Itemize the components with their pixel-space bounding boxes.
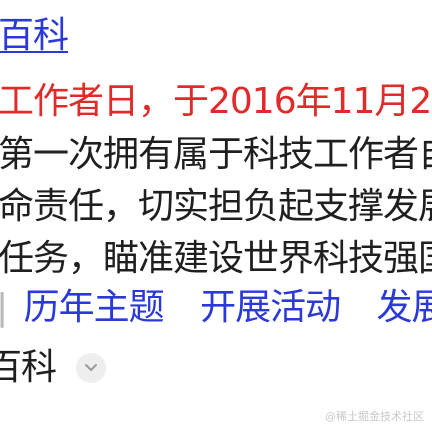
baike-snippet: 百科 工作者日，于2016年11月25日设 第一次拥有属于科技工作者自己 命责任…: [0, 0, 432, 432]
watermark: @稀土掘金技术社区: [325, 410, 424, 423]
expand-button[interactable]: [76, 353, 107, 383]
baike-title-link[interactable]: 百科: [0, 14, 69, 58]
tab-history[interactable]: 发展历: [377, 287, 432, 328]
source-row: 百科: [0, 346, 107, 390]
body-line-3: 任务，瞄准建设世界科技强国...: [0, 238, 432, 279]
topic-tabs: | 历年主题 开展活动 发展历: [0, 286, 432, 330]
body-line-2: 命责任，切实担负起支撑发展的: [0, 186, 432, 227]
chevron-down-icon: [85, 364, 98, 371]
body-line-1: 第一次拥有属于科技工作者自己: [0, 134, 432, 175]
highlight-date-line: 工作者日，于2016年11月25日设: [0, 81, 432, 122]
tab-activities[interactable]: 开展活动: [200, 287, 341, 328]
source-label[interactable]: 百科: [0, 346, 57, 390]
tab-separator: |: [0, 287, 8, 328]
tab-annual-themes[interactable]: 历年主题: [24, 287, 165, 328]
